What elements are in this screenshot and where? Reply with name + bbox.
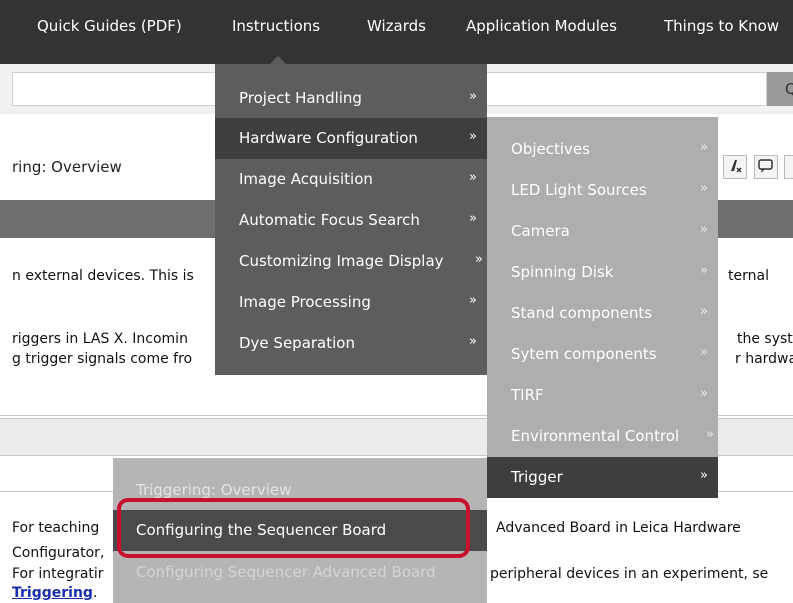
- body-text-line: g trigger signals come fro: [12, 351, 193, 367]
- menu-item-label: Configuring Sequencer Advanced Board: [136, 563, 436, 581]
- chevron-right-icon: »: [700, 222, 708, 237]
- chevron-right-icon: »: [469, 334, 477, 349]
- menu-item-label: Project Handling: [239, 89, 362, 107]
- menu-item-objectives[interactable]: Objectives »: [487, 129, 718, 170]
- chevron-right-icon: »: [469, 89, 477, 104]
- nav-application-modules[interactable]: Application Modules: [466, 17, 617, 35]
- menu-item-label: Image Acquisition: [239, 170, 373, 188]
- comment-icon[interactable]: [754, 155, 778, 179]
- chevron-right-icon: »: [700, 468, 708, 483]
- body-text-line: Configurator,: [12, 545, 105, 561]
- link-trailing-text: .: [92, 585, 98, 601]
- body-text-line: For teaching: [12, 520, 100, 536]
- menu-item-label: Automatic Focus Search: [239, 211, 420, 229]
- chevron-right-icon: »: [700, 386, 708, 401]
- chevron-right-icon: »: [700, 304, 708, 319]
- menu-item-image-processing[interactable]: Image Processing »: [215, 282, 487, 323]
- chevron-right-icon: »: [469, 293, 477, 308]
- menu-item-label: Dye Separation: [239, 334, 355, 352]
- menu-item-label: Camera: [511, 222, 570, 240]
- menu-item-camera[interactable]: Camera »: [487, 211, 718, 252]
- menu-item-customizing-image-display[interactable]: Customizing Image Display »: [215, 241, 487, 282]
- nav-wizards[interactable]: Wizards: [367, 17, 426, 35]
- nav-things-to-know[interactable]: Things to Know: [664, 17, 779, 35]
- instructions-dropdown-menu: Project Handling » Hardware Configuration…: [215, 64, 487, 375]
- chevron-right-icon: »: [700, 345, 708, 360]
- chevron-right-icon: »: [469, 211, 477, 226]
- menu-item-environmental-control[interactable]: Environmental Control »: [487, 416, 718, 457]
- body-text-line: For integratir: [12, 566, 104, 582]
- menu-item-dye-separation[interactable]: Dye Separation »: [215, 323, 487, 364]
- menu-item-configuring-sequencer-advanced-board[interactable]: Configuring Sequencer Advanced Board: [113, 552, 487, 593]
- chevron-right-icon: »: [469, 129, 477, 144]
- triggering-link[interactable]: Triggering: [12, 585, 93, 601]
- chevron-right-icon: »: [469, 170, 477, 185]
- body-text-line: n external devices. This is: [12, 268, 194, 284]
- menu-item-label: Stand components: [511, 304, 653, 322]
- search-icon[interactable]: Q: [785, 80, 793, 98]
- page-title: ring: Overview: [12, 158, 122, 176]
- body-text-line: Triggering.: [12, 585, 97, 601]
- chevron-right-icon: »: [706, 427, 714, 442]
- menu-item-label: Environmental Control: [511, 427, 680, 445]
- menu-item-system-components[interactable]: Sytem components »: [487, 334, 718, 375]
- menu-item-label: Spinning Disk: [511, 263, 614, 281]
- menu-item-hardware-configuration[interactable]: Hardware Configuration »: [215, 118, 487, 159]
- menu-item-label: Image Processing: [239, 293, 371, 311]
- menu-item-label: Customizing Image Display: [239, 252, 444, 270]
- chevron-right-icon: »: [700, 263, 708, 278]
- menu-item-spinning-disk[interactable]: Spinning Disk »: [487, 252, 718, 293]
- menu-item-label: Objectives: [511, 140, 590, 158]
- menu-item-label: Hardware Configuration: [239, 129, 418, 147]
- menu-item-stand-components[interactable]: Stand components »: [487, 293, 718, 334]
- chevron-right-icon: »: [475, 252, 483, 267]
- body-text-line: ternal: [728, 268, 769, 284]
- menu-item-project-handling[interactable]: Project Handling »: [215, 78, 487, 119]
- body-text-line: Advanced Board in Leica Hardware: [496, 520, 741, 536]
- menu-item-automatic-focus-search[interactable]: Automatic Focus Search »: [215, 200, 487, 241]
- chevron-right-icon: »: [700, 181, 708, 196]
- menu-item-image-acquisition[interactable]: Image Acquisition »: [215, 159, 487, 200]
- menu-item-tirf[interactable]: TIRF »: [487, 375, 718, 416]
- body-text-line: riggers in LAS X. Incomin: [12, 331, 188, 347]
- nav-instructions[interactable]: Instructions: [232, 17, 320, 35]
- menu-item-label: Trigger: [511, 468, 563, 486]
- menu-item-led-light-sources[interactable]: LED Light Sources »: [487, 170, 718, 211]
- menu-item-label: LED Light Sources: [511, 181, 647, 199]
- chevron-right-icon: »: [700, 140, 708, 155]
- body-text-line: peripheral devices in an experiment, se: [490, 566, 769, 582]
- menu-item-label: Sytem components: [511, 345, 657, 363]
- hardware-configuration-submenu: Objectives » LED Light Sources » Camera » S…: [487, 117, 718, 498]
- body-text-line: r hardwar: [735, 351, 793, 367]
- menu-item-trigger[interactable]: Trigger »: [487, 457, 718, 498]
- body-text-line: the syster: [737, 331, 793, 347]
- menu-item-label: TIRF: [511, 386, 544, 404]
- nav-quick-guides[interactable]: Quick Guides (PDF): [37, 17, 182, 35]
- menu-item-label: Triggering: Overview: [136, 481, 292, 499]
- toolbar-icon-partial[interactable]: [784, 155, 793, 179]
- highlight-annotation-ring: [117, 498, 470, 558]
- clear-format-icon[interactable]: [723, 155, 747, 179]
